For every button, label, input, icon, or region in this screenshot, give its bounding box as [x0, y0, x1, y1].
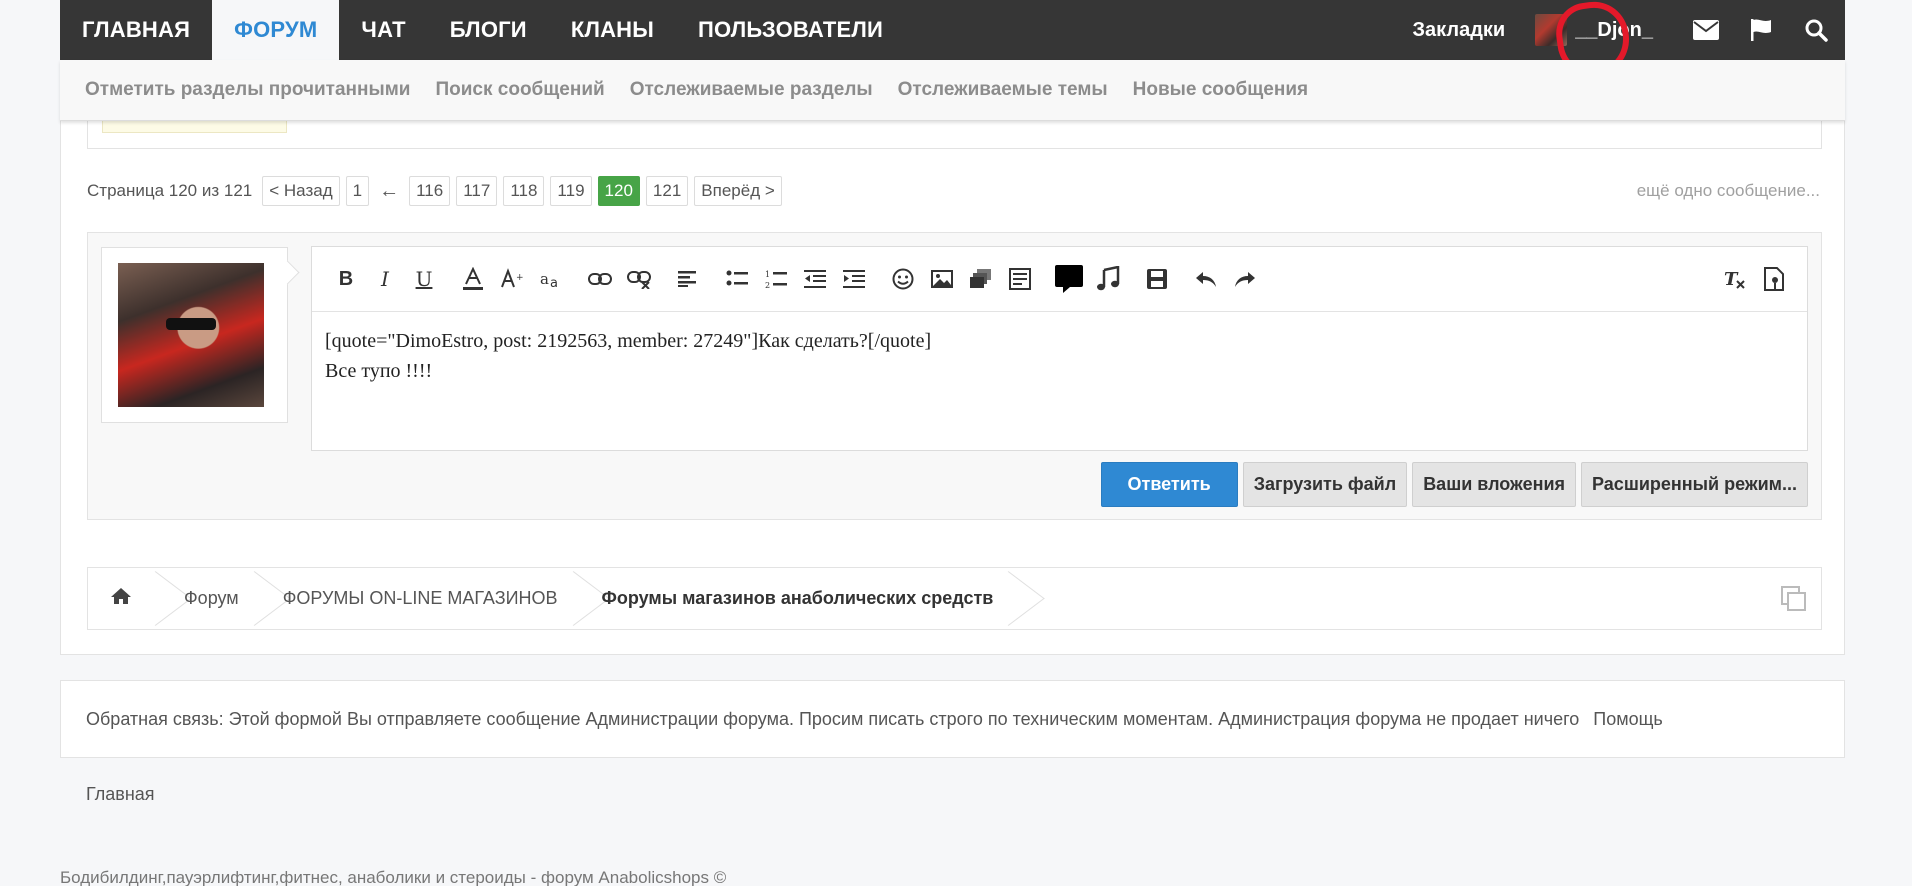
footer-home-link[interactable]: Главная — [86, 784, 155, 805]
save-draft-icon[interactable] — [1141, 263, 1173, 295]
align-icon[interactable] — [672, 263, 704, 295]
svg-text:a: a — [540, 270, 549, 288]
gallery-icon[interactable] — [965, 263, 997, 295]
svg-text:a: a — [550, 276, 558, 290]
message-textarea[interactable]: [quote="DimoEstro, post: 2192563, member… — [312, 312, 1807, 400]
breadcrumb: Форум ФОРУМЫ ON-LINE МАГАЗИНОВ Форумы ма… — [87, 567, 1822, 630]
main-content: Страница 120 из 121 < Назад 1 ← 116 117 … — [60, 110, 1845, 655]
svg-text:2: 2 — [765, 281, 770, 289]
pagination-page[interactable]: 117 — [456, 176, 498, 206]
copyright-text: Бодибилдинг,пауэрлифтинг,фитнес, анаболи… — [60, 868, 727, 886]
advanced-mode-button[interactable]: Расширенный режим... — [1581, 462, 1808, 507]
speech-bubble-icon[interactable] — [1053, 263, 1085, 295]
sub-navigation: Отметить разделы прочитанными Поиск сооб… — [60, 60, 1845, 121]
reply-avatar — [118, 263, 264, 407]
underline-icon[interactable]: U — [408, 263, 440, 295]
user-area: Закладки __Djon_ — [1412, 0, 1845, 60]
link-icon[interactable] — [584, 263, 616, 295]
outdent-icon[interactable] — [799, 263, 831, 295]
pagination-skip-arrow[interactable]: ← — [379, 180, 399, 203]
flag-icon[interactable] — [1746, 15, 1776, 45]
reply-button[interactable]: Ответить — [1100, 462, 1238, 507]
numbered-list-icon[interactable]: 12 — [760, 263, 792, 295]
pagination-label: Страница 120 из 121 — [87, 181, 253, 200]
pagination-page-first[interactable]: 1 — [345, 176, 370, 206]
pagination-prev[interactable]: < Назад — [262, 176, 340, 206]
pagination-page[interactable]: 121 — [645, 176, 689, 206]
subnav-watched-threads[interactable]: Отслеживаемые темы — [898, 79, 1108, 101]
bold-icon[interactable]: B — [330, 263, 362, 295]
text-color-icon[interactable] — [457, 263, 489, 295]
editor-toolbar: B I U + aa 1 2 T — [312, 247, 1807, 312]
tab-blogs[interactable]: БЛОГИ — [428, 0, 549, 60]
tab-forum[interactable]: ФОРУМ — [212, 0, 340, 60]
your-attachments-button[interactable]: Ваши вложения — [1412, 462, 1577, 507]
remove-format-icon[interactable]: T — [1719, 263, 1751, 295]
redo-icon[interactable] — [1229, 263, 1261, 295]
breadcrumb-home[interactable] — [88, 568, 162, 629]
pagination-page[interactable]: 119 — [550, 176, 592, 206]
help-link[interactable]: Помощь — [1593, 709, 1663, 730]
image-icon[interactable] — [926, 263, 958, 295]
envelope-icon[interactable] — [1691, 15, 1721, 45]
media-icon[interactable] — [1004, 263, 1036, 295]
font-size-icon[interactable]: + — [496, 263, 528, 295]
unlink-icon[interactable] — [623, 263, 655, 295]
tab-home[interactable]: ГЛАВНАЯ — [60, 0, 212, 60]
bookmarks-link[interactable]: Закладки — [1412, 19, 1505, 42]
breadcrumb-item-online-shops[interactable]: ФОРУМЫ ON-LINE МАГАЗИНОВ — [261, 568, 580, 629]
italic-icon[interactable]: I — [369, 263, 401, 295]
pagination-page[interactable]: 116 — [409, 176, 451, 206]
subnav-mark-read[interactable]: Отметить разделы прочитанными — [85, 79, 410, 101]
subnav-watched-forums[interactable]: Отслеживаемые разделы — [630, 79, 873, 101]
indent-icon[interactable] — [838, 263, 870, 295]
pagination-page[interactable]: 118 — [503, 176, 545, 206]
subnav-search-messages[interactable]: Поиск сообщений — [435, 79, 604, 101]
pagination-page-current: 120 — [597, 176, 640, 206]
breadcrumb-item-current[interactable]: Форумы магазинов анаболических средств — [580, 568, 1016, 629]
breadcrumb-item-forum[interactable]: Форум — [162, 568, 261, 629]
pagination: Страница 120 из 121 < Назад 1 ← 116 117 … — [87, 175, 782, 207]
music-note-icon[interactable] — [1092, 263, 1124, 295]
feedback-link[interactable]: Обратная связь: Этой формой Вы отправляе… — [86, 709, 1579, 730]
bullet-list-icon[interactable] — [721, 263, 753, 295]
home-icon — [110, 587, 132, 610]
feedback-bar: Обратная связь: Этой формой Вы отправляе… — [60, 680, 1845, 758]
message-editor: B I U + aa 1 2 T [quote="DimoEstro, post… — [311, 246, 1808, 451]
pagination-next[interactable]: Вперёд > — [694, 176, 782, 206]
copy-link-icon[interactable] — [1781, 586, 1807, 617]
tab-clans[interactable]: КЛАНЫ — [549, 0, 676, 60]
avatar-glasses — [166, 318, 216, 330]
reply-actions: Ответить Загрузить файл Ваши вложения Ра… — [1100, 462, 1808, 507]
more-message-link[interactable]: ещё одно сообщение... — [1637, 181, 1820, 201]
svg-text:1: 1 — [765, 270, 770, 279]
smiley-icon[interactable] — [887, 263, 919, 295]
search-icon[interactable] — [1801, 15, 1831, 45]
font-family-icon[interactable]: aa — [535, 263, 567, 295]
tab-chat[interactable]: ЧАТ — [339, 0, 427, 60]
toolbar-right-group: T — [1719, 263, 1797, 295]
undo-icon[interactable] — [1190, 263, 1222, 295]
quick-reply-box: B I U + aa 1 2 T [quote="DimoEstro, post… — [87, 232, 1822, 520]
reply-avatar-frame — [101, 247, 288, 423]
toggle-bbcode-icon[interactable] — [1758, 263, 1790, 295]
upload-file-button[interactable]: Загрузить файл — [1242, 462, 1408, 507]
svg-text:+: + — [516, 273, 524, 283]
tab-users[interactable]: ПОЛЬЗОВАТЕЛИ — [676, 0, 905, 60]
subnav-new-posts[interactable]: Новые сообщения — [1133, 79, 1308, 101]
